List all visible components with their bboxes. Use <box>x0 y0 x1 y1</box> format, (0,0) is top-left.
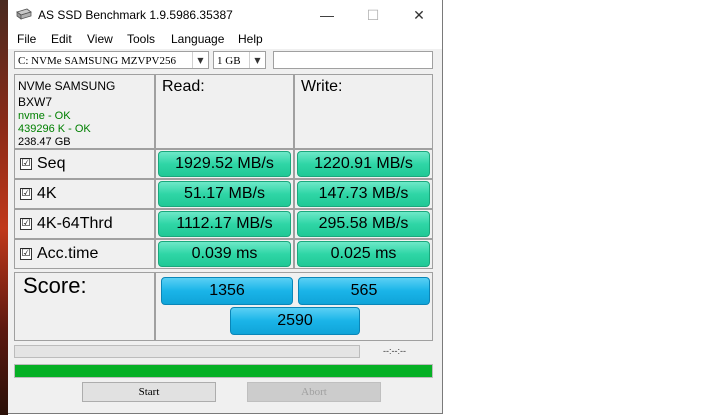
acctime-read-cell: 0.039 ms <box>155 239 294 269</box>
seq-write-result: 1220.91 MB/s <box>297 151 430 177</box>
4k-write-result: 147.73 MB/s <box>297 181 430 207</box>
text-field[interactable] <box>273 51 433 69</box>
row-4k64-label: ☑ 4K-64Thrd <box>14 209 155 239</box>
title-bar: AS SSD Benchmark 1.9.5986.35387 — ☐ ✕ <box>8 0 442 30</box>
test-size-select[interactable]: 1 GB ▼ <box>213 51 266 69</box>
read-header-label: Read: <box>162 78 205 95</box>
acctime-checkbox[interactable]: ☑ <box>20 248 32 260</box>
4k-checkbox[interactable]: ☑ <box>20 188 32 200</box>
4k64-write-result: 295.58 MB/s <box>297 211 430 237</box>
close-button[interactable]: ✕ <box>396 0 442 30</box>
drive-model: NVMe SAMSUNG <box>18 79 116 93</box>
4k-read-result: 51.17 MB/s <box>158 181 291 207</box>
4k64-label: 4K-64Thrd <box>37 215 113 232</box>
app-window: AS SSD Benchmark 1.9.5986.35387 — ☐ ✕ Fi… <box>8 0 443 414</box>
minimize-icon: — <box>320 7 334 23</box>
app-drive-icon <box>16 8 32 20</box>
acctime-write-cell: 0.025 ms <box>294 239 433 269</box>
menu-bar: File Edit View Tools Language Help <box>8 30 442 49</box>
4k-label: 4K <box>37 185 57 202</box>
menu-language[interactable]: Language <box>171 32 224 46</box>
abort-button[interactable]: Abort <box>247 382 381 402</box>
seq-write-cell: 1220.91 MB/s <box>294 149 433 179</box>
drive-capacity: 238.47 GB <box>18 136 71 148</box>
drive-firmware: BXW7 <box>18 95 53 109</box>
test-size-value: 1 GB <box>217 55 241 67</box>
4k-read-cell: 51.17 MB/s <box>155 179 294 209</box>
write-score: 565 <box>298 277 430 305</box>
total-score: 2590 <box>230 307 360 335</box>
alignment-status: 439296 K - OK <box>18 123 91 135</box>
acctime-read-result: 0.039 ms <box>158 241 291 267</box>
chevron-down-icon: ▼ <box>249 52 265 68</box>
chevron-down-icon: ▼ <box>192 52 208 68</box>
close-icon: ✕ <box>413 7 425 23</box>
drive-select[interactable]: C: NVMe SAMSUNG MZVPV256 ▼ <box>14 51 209 69</box>
row-acctime-label: ☑ Acc.time <box>14 239 155 269</box>
menu-file[interactable]: File <box>17 32 36 46</box>
score-values-cell: 1356 565 2590 <box>155 272 433 341</box>
seq-read-result: 1929.52 MB/s <box>158 151 291 177</box>
row-seq-label: ☑ Seq <box>14 149 155 179</box>
seq-label: Seq <box>37 155 66 172</box>
desktop-background <box>0 0 8 415</box>
menu-edit[interactable]: Edit <box>51 32 72 46</box>
score-label: Score: <box>23 273 87 298</box>
test-progress-bar <box>14 345 360 358</box>
4k64-write-cell: 295.58 MB/s <box>294 209 433 239</box>
minimize-button[interactable]: — <box>304 0 350 30</box>
maximize-button[interactable]: ☐ <box>350 0 396 30</box>
row-4k-label: ☑ 4K <box>14 179 155 209</box>
drive-select-value: C: NVMe SAMSUNG MZVPV256 <box>18 55 176 67</box>
read-column-header: Read: <box>155 74 294 149</box>
score-label-cell: Score: <box>14 272 155 341</box>
drive-info-panel: NVMe SAMSUNG BXW7 nvme - OK 439296 K - O… <box>14 74 155 149</box>
acctime-write-result: 0.025 ms <box>297 241 430 267</box>
driver-status: nvme - OK <box>18 110 71 122</box>
4k64-read-cell: 1112.17 MB/s <box>155 209 294 239</box>
overall-progress-fill <box>15 365 432 377</box>
start-button[interactable]: Start <box>82 382 216 402</box>
menu-help[interactable]: Help <box>238 32 263 46</box>
maximize-icon: ☐ <box>366 7 380 23</box>
elapsed-time: --:--:-- <box>383 346 406 356</box>
window-title: AS SSD Benchmark 1.9.5986.35387 <box>38 8 233 22</box>
4k64-checkbox[interactable]: ☑ <box>20 218 32 230</box>
acctime-label: Acc.time <box>37 245 99 262</box>
write-column-header: Write: <box>294 74 433 149</box>
menu-tools[interactable]: Tools <box>127 32 155 46</box>
seq-checkbox[interactable]: ☑ <box>20 158 32 170</box>
seq-read-cell: 1929.52 MB/s <box>155 149 294 179</box>
menu-view[interactable]: View <box>87 32 113 46</box>
4k64-read-result: 1112.17 MB/s <box>158 211 291 237</box>
overall-progress-bar <box>14 364 433 378</box>
write-header-label: Write: <box>301 78 343 95</box>
4k-write-cell: 147.73 MB/s <box>294 179 433 209</box>
read-score: 1356 <box>161 277 293 305</box>
